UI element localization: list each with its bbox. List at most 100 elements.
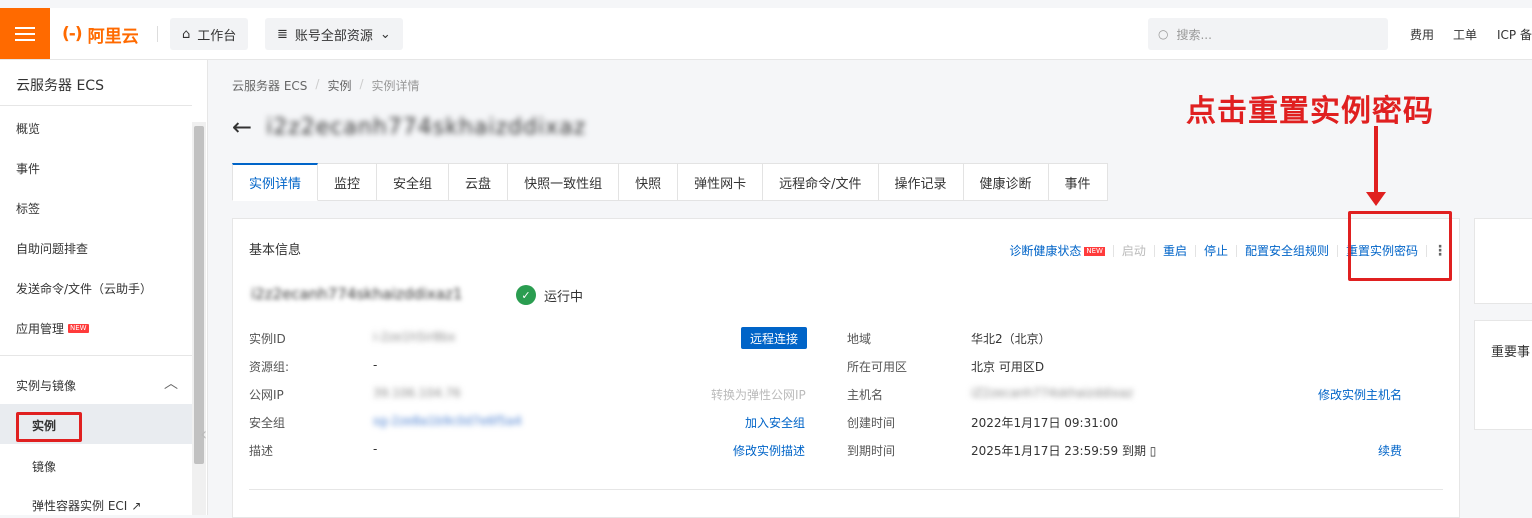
label-resource-group: 资源组: [249, 360, 290, 374]
home-icon: ⌂ [182, 26, 191, 42]
tab-disk[interactable]: 云盘 [449, 163, 509, 201]
tab-snapshot-group[interactable]: 快照一致性组 [508, 163, 620, 201]
tab-remote-command[interactable]: 远程命令/文件 [763, 163, 879, 201]
sidebar-item-label: 弹性容器实例 ECI [32, 499, 128, 513]
edit-hostname-link[interactable]: 修改实例主机名 [1318, 386, 1402, 403]
renew-link[interactable]: 续费 [1378, 442, 1402, 459]
copy-icon[interactable]: ▯ [1146, 444, 1157, 458]
sidebar-divider [0, 105, 192, 106]
tab-eni[interactable]: 弹性网卡 [678, 163, 764, 201]
card-title: 基本信息 [249, 243, 302, 258]
top-link-ticket[interactable]: 工单 [1453, 26, 1477, 43]
sidebar-item-app-management[interactable]: 应用管理 NEW [16, 320, 89, 337]
edit-desc-link[interactable]: 修改实例描述 [733, 442, 805, 459]
basic-info-card: 基本信息 诊断健康状态 NEW 启动 重启 停止 配置安全组规则 重置实例密码 ⋮… [232, 218, 1460, 518]
annotation-text: 点击重置实例密码 [1186, 94, 1434, 129]
top-link-fees[interactable]: 费用 [1410, 26, 1434, 43]
page-title: ← i2z2ecanh774skhaizddixaz [232, 113, 586, 141]
tab-monitoring[interactable]: 监控 [318, 163, 378, 201]
restart-link[interactable]: 重启 [1155, 245, 1196, 257]
server-icon: ≣ [277, 26, 288, 42]
sidebar-divider [0, 355, 192, 356]
annotation-arrow [1374, 126, 1378, 196]
label-public-ip: 公网IP [249, 388, 284, 402]
sidebar-item-events[interactable]: 事件 [16, 160, 40, 177]
breadcrumb-sep: / [359, 77, 364, 91]
expire-text: 2025年1月17日 23:59:59 到期 [971, 444, 1146, 458]
tab-operation-log[interactable]: 操作记录 [878, 163, 964, 201]
back-arrow-icon[interactable]: ← [232, 113, 252, 141]
convert-eip-link[interactable]: 转换为弹性公网IP [711, 386, 806, 403]
sidebar-item-image[interactable]: 镜像 [32, 458, 56, 475]
sidebar-item-troubleshoot[interactable]: 自助问题排查 [16, 240, 88, 257]
sidebar: 云服务器 ECS 概览 事件 标签 自助问题排查 发送命令/文件（云助手） 应用… [0, 60, 208, 515]
tab-snapshot[interactable]: 快照 [619, 163, 679, 201]
breadcrumb-instances[interactable]: 实例 [327, 77, 351, 94]
status-badge: ✓ 运行中 [516, 285, 583, 305]
resources-label: 账号全部资源 [294, 28, 373, 44]
top-link-icp[interactable]: ICP 备 [1497, 26, 1532, 43]
label-created: 创建时间 [847, 416, 896, 430]
menu-icon[interactable] [0, 8, 50, 59]
side-card-important: 重要事 [1474, 320, 1532, 430]
remote-connect-button[interactable]: 远程连接 [741, 327, 807, 349]
chevron-up-icon[interactable]: ︿ [164, 373, 178, 393]
sidebar-group-instances[interactable]: 实例与镜像 [16, 377, 76, 394]
label-zone: 所在可用区 [847, 360, 908, 374]
value-public-ip: 39.106.104.76 [373, 386, 461, 400]
tab-instance-details[interactable]: 实例详情 [232, 163, 319, 201]
logo-divider [157, 26, 158, 42]
instance-name: i2z2ecanh774skhaizddixaz1 [251, 285, 463, 303]
workbench-label: 工作台 [197, 28, 237, 44]
diagnose-link[interactable]: 诊断健康状态 NEW [1001, 245, 1114, 257]
new-badge: NEW [1084, 246, 1105, 256]
instance-title: i2z2ecanh774skhaizddixaz [266, 114, 587, 140]
value-instance-id: i-2ze1h5ir8bx [373, 330, 456, 344]
logo-text: 阿里云 [87, 26, 139, 47]
search-icon: ○ [1158, 27, 1169, 41]
label-instance-id: 实例ID [249, 332, 286, 346]
value-resource-group: - [373, 358, 378, 372]
label-hostname: 主机名 [847, 388, 884, 402]
sidebar-item-tags[interactable]: 标签 [16, 200, 40, 217]
sidebar-item-overview[interactable]: 概览 [16, 120, 40, 137]
annotation-arrow-head [1366, 192, 1386, 206]
breadcrumb-sep: / [315, 77, 320, 91]
side-card-title: 重要事 [1491, 345, 1531, 360]
annotation-box-reset [1348, 211, 1452, 281]
collapse-sidebar-icon[interactable]: ‹ [200, 424, 220, 464]
sidebar-item-send-command[interactable]: 发送命令/文件（云助手） [16, 280, 152, 297]
breadcrumb-current: 实例详情 [371, 79, 420, 93]
diagnose-label: 诊断健康状态 [1009, 244, 1082, 258]
search-input[interactable]: ○ 搜索... [1148, 18, 1388, 50]
workbench-button[interactable]: ⌂ 工作台 [170, 18, 249, 50]
value-region: 华北2（北京） [971, 332, 1051, 346]
new-badge: NEW [68, 324, 89, 333]
tab-bar: 实例详情 监控 安全组 云盘 快照一致性组 快照 弹性网卡 远程命令/文件 操作… [232, 163, 1108, 201]
tab-events[interactable]: 事件 [1048, 163, 1108, 201]
sidebar-item-eci[interactable]: 弹性容器实例 ECI ↗ [32, 497, 141, 514]
config-sg-link[interactable]: 配置安全组规则 [1237, 245, 1338, 257]
sidebar-scroll-thumb[interactable] [194, 126, 204, 464]
tab-security-group[interactable]: 安全组 [377, 163, 450, 201]
resources-dropdown[interactable]: ≣ 账号全部资源 ⌄ [265, 18, 403, 50]
sidebar-item-label: 应用管理 [16, 322, 65, 336]
card-divider [249, 489, 1443, 490]
label-region: 地域 [847, 332, 872, 346]
aliyun-logo[interactable]: (-) 阿里云 [62, 22, 139, 47]
annotation-box-instance [16, 412, 82, 442]
label-description: 描述 [249, 444, 274, 458]
logo-mark: (-) [62, 24, 83, 44]
external-link-icon: ↗ [131, 498, 142, 513]
chevron-down-icon: ⌄ [379, 26, 391, 42]
value-zone: 北京 可用区D [971, 360, 1045, 374]
value-created: 2022年1月17日 09:31:00 [971, 416, 1119, 430]
breadcrumb-ecs[interactable]: 云服务器 ECS [232, 77, 307, 94]
start-link[interactable]: 启动 [1114, 245, 1155, 257]
value-expire: 2025年1月17日 23:59:59 到期 ▯ [971, 442, 1156, 459]
join-sg-link[interactable]: 加入安全组 [745, 414, 805, 431]
sidebar-title: 云服务器 ECS [16, 78, 104, 94]
stop-link[interactable]: 停止 [1196, 245, 1237, 257]
value-security-group[interactable]: sg-2ze8a1b9c0d7e6f5a4 [373, 414, 522, 428]
tab-health[interactable]: 健康诊断 [963, 163, 1049, 201]
